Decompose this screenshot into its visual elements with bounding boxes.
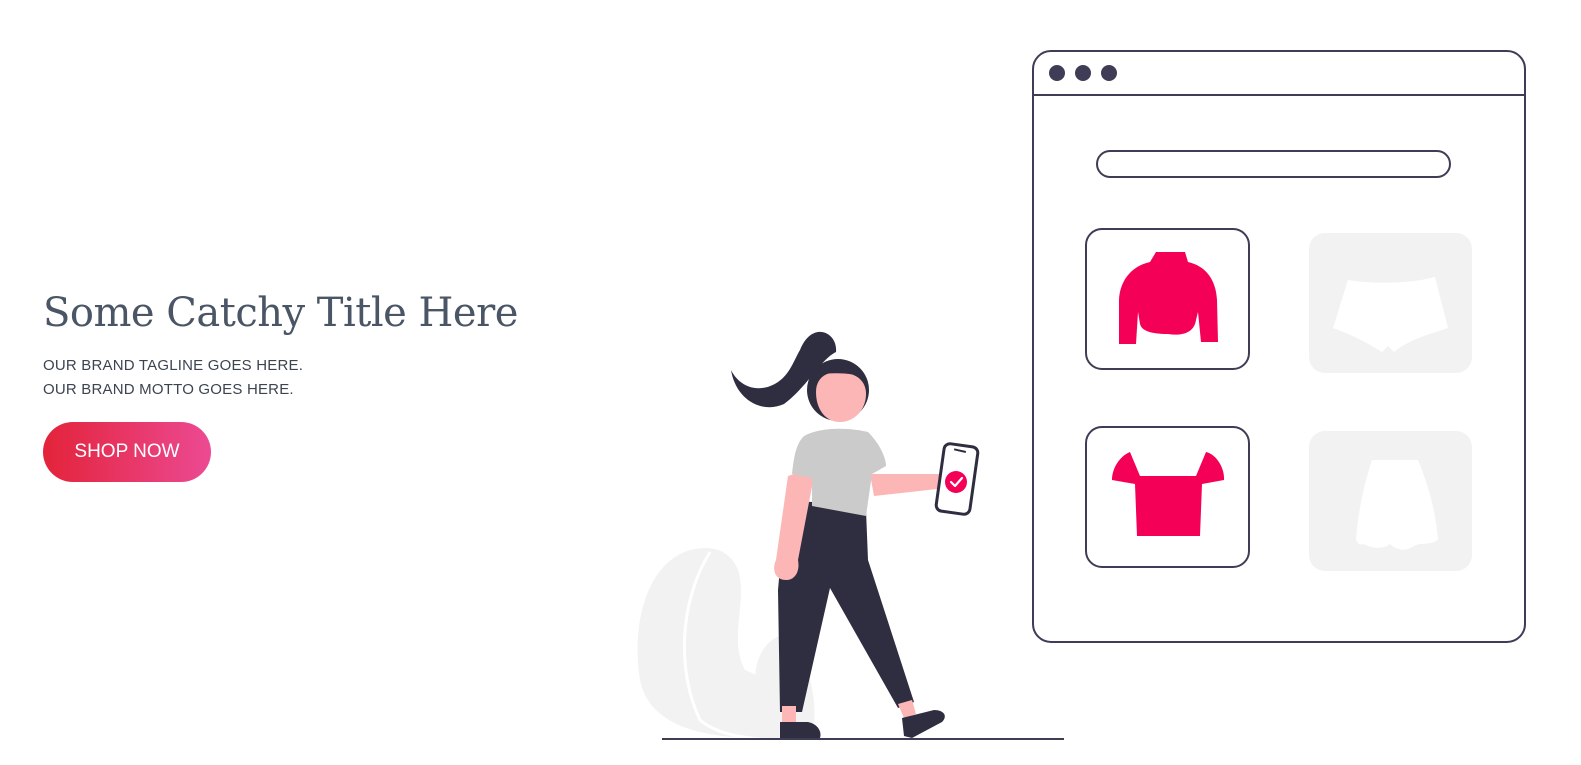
product-card-skirt <box>1309 431 1472 571</box>
product-card-shorts <box>1309 233 1472 373</box>
browser-dot-icon <box>1101 65 1117 81</box>
landing-page: Some Catchy Title Here OUR BRAND TAGLINE… <box>0 0 1581 765</box>
search-bar <box>1096 150 1451 178</box>
browser-window <box>1032 50 1526 643</box>
browser-dot-icon <box>1049 65 1065 81</box>
product-card-sweater <box>1085 228 1250 370</box>
phone <box>934 442 980 516</box>
browser-dot-icon <box>1075 65 1091 81</box>
product-card-crop-top <box>1085 426 1250 568</box>
shopping-illustration <box>637 50 1526 742</box>
check-icon <box>945 471 967 493</box>
